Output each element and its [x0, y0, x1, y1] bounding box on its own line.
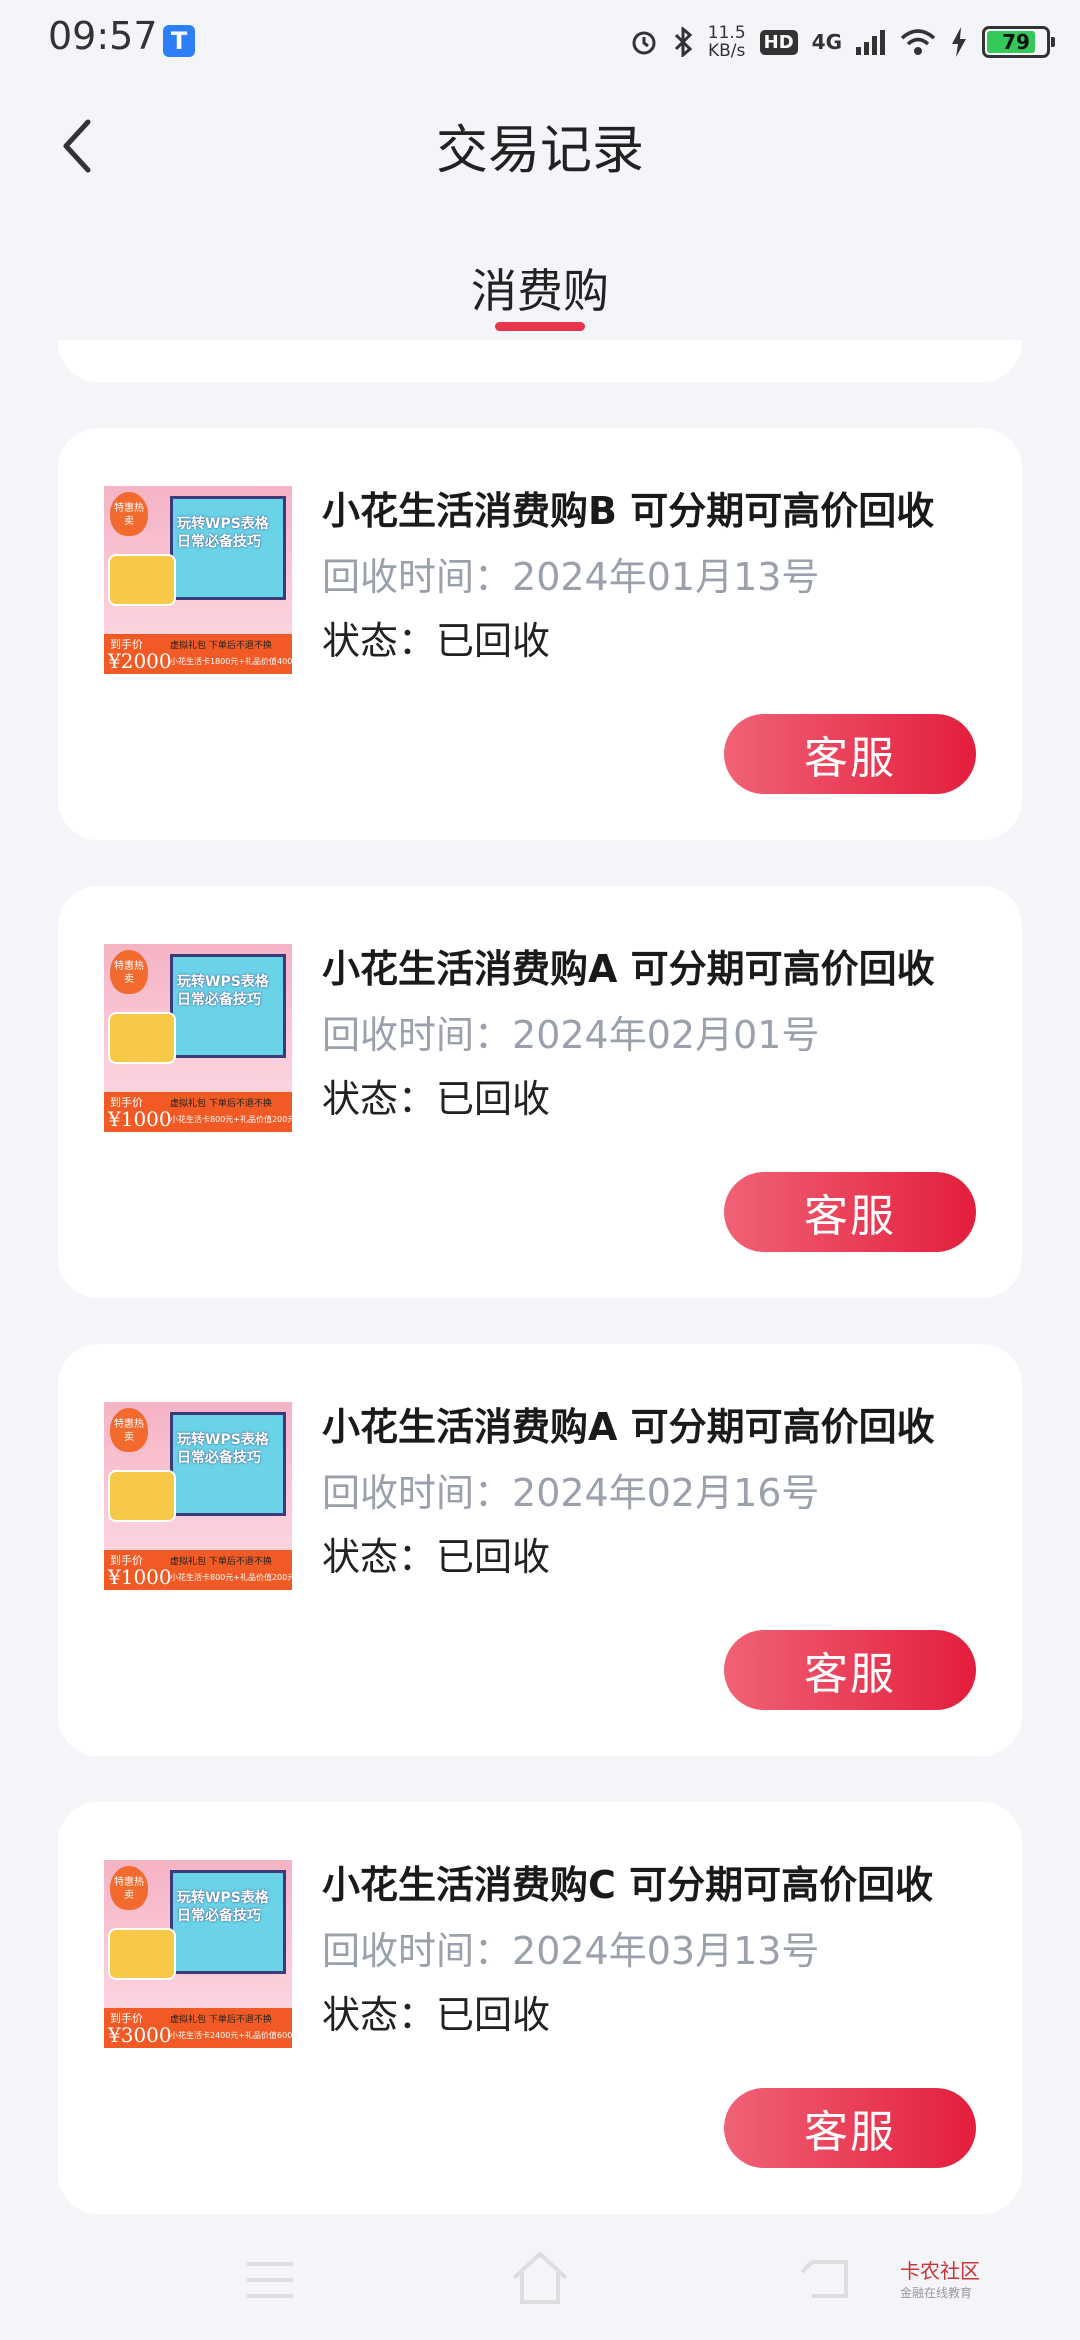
recycle-time-value: 2024年02月01号	[512, 1013, 820, 1057]
recycle-time-value: 2024年01月13号	[512, 555, 820, 599]
hot-sale-badge: 特惠热卖	[110, 492, 148, 536]
back-nav-icon[interactable]	[800, 2258, 850, 2300]
thumb-screen: 玩转WPS表格日常必备技巧	[170, 496, 286, 600]
watermark-sub: 金融在线教育	[900, 2286, 973, 2300]
customer-service-button[interactable]: 客服	[724, 1630, 976, 1710]
thumb-title: 玩转WPS表格日常必备技巧	[177, 1432, 269, 1466]
gift-card-icon	[108, 1012, 176, 1064]
status: 状态：已回收	[322, 1526, 550, 1581]
battery-percent: 79	[1002, 30, 1030, 54]
thumb-price: ¥3000	[108, 2023, 172, 2047]
product-thumbnail: 特惠热卖 玩转WPS表格日常必备技巧 到手价 ¥3000 虚拟礼包 下单后不退不…	[104, 1860, 292, 2048]
thumb-price: ¥2000	[108, 649, 172, 673]
thumb-title: 玩转WPS表格日常必备技巧	[177, 516, 269, 550]
status-time: 09:57	[48, 14, 158, 58]
gift-card-icon	[108, 554, 176, 606]
thumb-note: 小花生活卡1800元+礼品价值400元	[170, 657, 292, 666]
product-thumbnail: 特惠热卖 玩转WPS表格日常必备技巧 到手价 ¥1000 虚拟礼包 下单后不退不…	[104, 944, 292, 1132]
home-icon[interactable]	[510, 2250, 570, 2305]
record-card[interactable]: 特惠热卖 玩转WPS表格日常必备技巧 到手价 ¥3000 虚拟礼包 下单后不退不…	[58, 1802, 1022, 2214]
status-label: 状态：	[322, 619, 437, 663]
recycle-time-value: 2024年02月16号	[512, 1471, 820, 1515]
status-value: 已回收	[436, 1077, 551, 1121]
record-list: 特惠热卖 玩转WPS表格日常必备技巧 到手价 ¥2000 虚拟礼包 下单后不退不…	[58, 428, 1022, 2260]
gift-card-icon	[108, 1470, 176, 1522]
hd-icon: HD	[759, 29, 798, 55]
thumb-strip: 虚拟礼包 下单后不退不换	[170, 1099, 272, 1109]
status-value: 已回收	[436, 1993, 551, 2037]
thumb-note: 小花生活卡2400元+礼品价值600元	[170, 2031, 292, 2040]
previous-card-edge	[58, 340, 1022, 382]
thumb-title: 玩转WPS表格日常必备技巧	[177, 1890, 269, 1924]
network-speed-unit: KB/s	[708, 41, 746, 61]
network-speed: 11.5 KB/s	[708, 24, 746, 60]
product-name: 小花生活消费购A 可分期可高价回收	[322, 947, 935, 991]
recycle-time-label: 回收时间：	[322, 1471, 513, 1515]
charging-icon	[952, 27, 966, 57]
thumb-strip: 虚拟礼包 下单后不退不换	[170, 641, 272, 651]
status-icons: 11.5 KB/s HD 4G 79	[630, 18, 1055, 66]
app-notification-icon: T	[163, 25, 195, 57]
status: 状态：已回收	[322, 610, 550, 665]
thumb-screen: 玩转WPS表格日常必备技巧	[170, 954, 286, 1058]
status-label: 状态：	[322, 1535, 437, 1579]
status-label: 状态：	[322, 1993, 437, 2037]
record-card[interactable]: 特惠热卖 玩转WPS表格日常必备技巧 到手价 ¥1000 虚拟礼包 下单后不退不…	[58, 886, 1022, 1298]
recycle-time-label: 回收时间：	[322, 555, 513, 599]
thumb-title: 玩转WPS表格日常必备技巧	[177, 974, 269, 1008]
status-bar: 09:57 T 11.5 KB/s HD 4G 79	[0, 0, 1080, 80]
thumb-note: 小花生活卡800元+礼品价值200元	[170, 1573, 292, 1582]
thumb-strip: 虚拟礼包 下单后不退不换	[170, 1557, 272, 1567]
tab-indicator	[495, 322, 585, 331]
product-name: 小花生活消费购C 可分期可高价回收	[322, 1863, 934, 1907]
status-value: 已回收	[436, 619, 551, 663]
gift-card-icon	[108, 1928, 176, 1980]
thumb-screen: 玩转WPS表格日常必备技巧	[170, 1870, 286, 1974]
status-value: 已回收	[436, 1535, 551, 1579]
watermark: 卡农社区 金融在线教育	[900, 2255, 980, 2301]
battery-icon: 79	[982, 26, 1055, 58]
hot-sale-badge: 特惠热卖	[110, 950, 148, 994]
recycle-time: 回收时间：2024年03月13号	[322, 1920, 819, 1975]
bluetooth-icon	[674, 27, 692, 57]
thumb-note: 小花生活卡800元+礼品价值200元	[170, 1115, 292, 1124]
menu-icon[interactable]	[245, 2260, 295, 2300]
thumb-screen: 玩转WPS表格日常必备技巧	[170, 1412, 286, 1516]
network-speed-value: 11.5	[707, 23, 746, 43]
product-thumbnail: 特惠热卖 玩转WPS表格日常必备技巧 到手价 ¥1000 虚拟礼包 下单后不退不…	[104, 1402, 292, 1590]
signal-icon	[856, 30, 885, 55]
recycle-time-label: 回收时间：	[322, 1013, 513, 1057]
hot-sale-badge: 特惠热卖	[110, 1866, 148, 1910]
thumb-price: ¥1000	[108, 1107, 172, 1131]
alarm-icon	[632, 31, 656, 55]
thumb-price: ¥1000	[108, 1565, 172, 1589]
product-thumbnail: 特惠热卖 玩转WPS表格日常必备技巧 到手价 ¥2000 虚拟礼包 下单后不退不…	[104, 486, 292, 674]
status: 状态：已回收	[322, 1068, 550, 1123]
tab-consumption[interactable]: 消费购	[0, 255, 1080, 321]
recycle-time-value: 2024年03月13号	[512, 1929, 820, 1973]
recycle-time: 回收时间：2024年01月13号	[322, 546, 819, 601]
product-name: 小花生活消费购A 可分期可高价回收	[322, 1405, 935, 1449]
hot-sale-badge: 特惠热卖	[110, 1408, 148, 1452]
status-label: 状态：	[322, 1077, 437, 1121]
customer-service-button[interactable]: 客服	[724, 1172, 976, 1252]
wifi-icon	[900, 29, 936, 55]
watermark-name: 卡农社区	[900, 2259, 980, 2283]
recycle-time: 回收时间：2024年02月16号	[322, 1462, 819, 1517]
product-name: 小花生活消费购B 可分期可高价回收	[322, 489, 935, 533]
record-card[interactable]: 特惠热卖 玩转WPS表格日常必备技巧 到手价 ¥2000 虚拟礼包 下单后不退不…	[58, 428, 1022, 840]
page-title: 交易记录	[435, 121, 644, 181]
thumb-strip: 虚拟礼包 下单后不退不换	[170, 2015, 272, 2025]
recycle-time-label: 回收时间：	[322, 1929, 513, 1973]
status: 状态：已回收	[322, 1984, 550, 2039]
customer-service-button[interactable]: 客服	[724, 2088, 976, 2168]
record-card[interactable]: 特惠热卖 玩转WPS表格日常必备技巧 到手价 ¥1000 虚拟礼包 下单后不退不…	[58, 1344, 1022, 1756]
recycle-time: 回收时间：2024年02月01号	[322, 1004, 819, 1059]
network-type: 4G	[811, 30, 842, 54]
customer-service-button[interactable]: 客服	[724, 714, 976, 794]
